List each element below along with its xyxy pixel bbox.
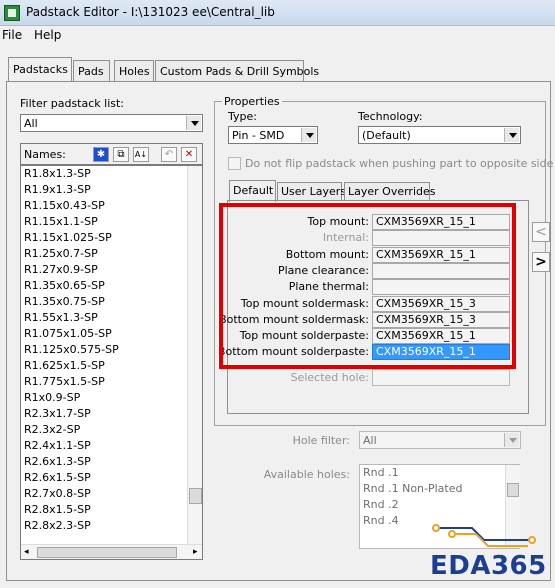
list-item[interactable]: R1.55x1.3-SP bbox=[24, 310, 98, 326]
type-select[interactable]: Pin - SMD bbox=[228, 126, 318, 144]
menu-bar: File Help bbox=[0, 26, 555, 45]
list-item[interactable]: R1.15x1.025-SP bbox=[24, 230, 112, 246]
list-item[interactable]: R2.6x1.3-SP bbox=[24, 454, 91, 470]
scroll-right-icon[interactable]: ▸ bbox=[193, 547, 198, 557]
tab-layer-overrides[interactable]: Layer Overrides bbox=[344, 182, 436, 201]
chevron-down-icon bbox=[504, 433, 519, 447]
list-item[interactable]: R1.35x0.75-SP bbox=[24, 294, 105, 310]
filter-value: All bbox=[24, 117, 38, 130]
technology-select[interactable]: (Default) bbox=[358, 126, 521, 144]
names-toolbar: Names: ✱ ⧉ A↓ ↶ ✕ bbox=[20, 143, 203, 165]
noflip-label: Do not flip padstack when pushing part t… bbox=[245, 157, 554, 170]
list-item[interactable]: Rnd .1 Non-Plated bbox=[363, 481, 503, 497]
list-item[interactable]: R2.4x1.1-SP bbox=[24, 438, 91, 454]
available-holes-scroll-thumb[interactable] bbox=[507, 483, 519, 497]
list-item[interactable]: R1.9x1.3-SP bbox=[24, 182, 91, 198]
list-item[interactable]: R1.25x0.7-SP bbox=[24, 246, 98, 262]
list-item[interactable]: R1.35x0.65-SP bbox=[24, 278, 105, 294]
tab-pads[interactable]: Pads bbox=[73, 60, 110, 82]
list-item[interactable]: R2.3x2-SP bbox=[24, 422, 80, 438]
sort-az-icon[interactable]: A↓ bbox=[133, 147, 149, 162]
list-item[interactable]: R2.3x1.7-SP bbox=[24, 406, 91, 422]
noflip-checkbox[interactable] bbox=[228, 157, 241, 170]
list-item[interactable]: R1.075x1.05-SP bbox=[24, 326, 112, 342]
technology-value: (Default) bbox=[362, 129, 411, 142]
tab-holes[interactable]: Holes bbox=[114, 60, 154, 82]
nav-next-button[interactable]: > bbox=[532, 252, 550, 272]
list-item[interactable]: R2.6x1.5-SP bbox=[24, 470, 91, 486]
filter-label: Filter padstack list: bbox=[20, 97, 125, 110]
delete-icon[interactable]: ✕ bbox=[181, 147, 197, 162]
list-item[interactable]: R1.8x1.3-SP bbox=[24, 166, 91, 182]
properties-title: Properties bbox=[222, 95, 282, 108]
new-padstack-icon[interactable]: ✱ bbox=[93, 147, 109, 162]
padstack-list[interactable]: R1.8x1.3-SP R1.9x1.3-SP R1.15x0.43-SP R1.15… bbox=[20, 165, 203, 560]
scroll-left-icon[interactable]: ◂ bbox=[24, 547, 29, 557]
list-item[interactable]: R2.8x2.3-SP bbox=[24, 518, 91, 534]
padstack-app-icon bbox=[4, 5, 20, 21]
tab-user-layers[interactable]: User Layers bbox=[277, 182, 346, 201]
list-item[interactable]: R2.7x0.8-SP bbox=[24, 486, 91, 502]
tab-custom-pads[interactable]: Custom Pads & Drill Symbols bbox=[155, 60, 319, 82]
chevron-down-icon bbox=[186, 116, 201, 130]
copy-padstack-icon[interactable]: ⧉ bbox=[113, 147, 129, 162]
type-value: Pin - SMD bbox=[232, 129, 285, 142]
filter-select[interactable]: All bbox=[20, 114, 203, 132]
undo-icon[interactable]: ↶ bbox=[161, 147, 177, 162]
names-label: Names: bbox=[24, 148, 66, 161]
title-bar: Padstack Editor - I:\131023 ee\Central_l… bbox=[0, 0, 555, 26]
hole-filter-label: Hole filter: bbox=[292, 434, 350, 447]
technology-label: Technology: bbox=[358, 110, 423, 123]
list-item[interactable]: R2.8x1.5-SP bbox=[24, 502, 91, 518]
list-item[interactable]: R1.625x1.5-SP bbox=[24, 358, 105, 374]
selected-hole-label: Selected hole: bbox=[290, 371, 369, 384]
tab-padstacks[interactable]: Padstacks bbox=[8, 57, 72, 83]
type-label: Type: bbox=[228, 110, 257, 123]
list-item[interactable]: R1.15x0.43-SP bbox=[24, 198, 105, 214]
list-item[interactable]: R1.15x1.1-SP bbox=[24, 214, 98, 230]
list-item[interactable]: R1x0.9-SP bbox=[24, 390, 80, 406]
list-item[interactable]: R1.775x1.5-SP bbox=[24, 374, 105, 390]
window-title: Padstack Editor - I:\131023 ee\Central_l… bbox=[26, 5, 275, 19]
circuit-logo-icon bbox=[432, 524, 536, 547]
padstack-list-hscrollbar[interactable]: ◂ ▸ bbox=[21, 544, 202, 559]
hole-filter-select[interactable]: All bbox=[359, 431, 521, 449]
hole-filter-value: All bbox=[363, 434, 377, 447]
chevron-down-icon bbox=[504, 128, 519, 142]
list-item[interactable]: R1.27x0.9-SP bbox=[24, 262, 98, 278]
chevron-down-icon bbox=[301, 128, 316, 142]
nav-prev-button[interactable]: < bbox=[532, 222, 550, 242]
menu-help[interactable]: Help bbox=[34, 28, 61, 42]
list-item[interactable]: Rnd .1 bbox=[363, 465, 503, 481]
tab-default[interactable]: Default bbox=[229, 180, 276, 202]
available-holes-label: Available holes: bbox=[263, 468, 350, 481]
padstack-list-hscroll-thumb[interactable] bbox=[37, 547, 177, 558]
menu-file[interactable]: File bbox=[2, 28, 22, 42]
list-item[interactable]: Rnd .2 bbox=[363, 497, 503, 513]
selected-hole-field bbox=[372, 369, 510, 386]
highlight-box bbox=[219, 203, 516, 369]
padstack-list-vscrollbar[interactable] bbox=[187, 166, 202, 544]
list-item[interactable]: R1.125x0.575-SP bbox=[24, 342, 119, 358]
padstack-list-scroll-thumb[interactable] bbox=[189, 488, 202, 504]
eda365-watermark: EDA365 bbox=[430, 551, 547, 581]
